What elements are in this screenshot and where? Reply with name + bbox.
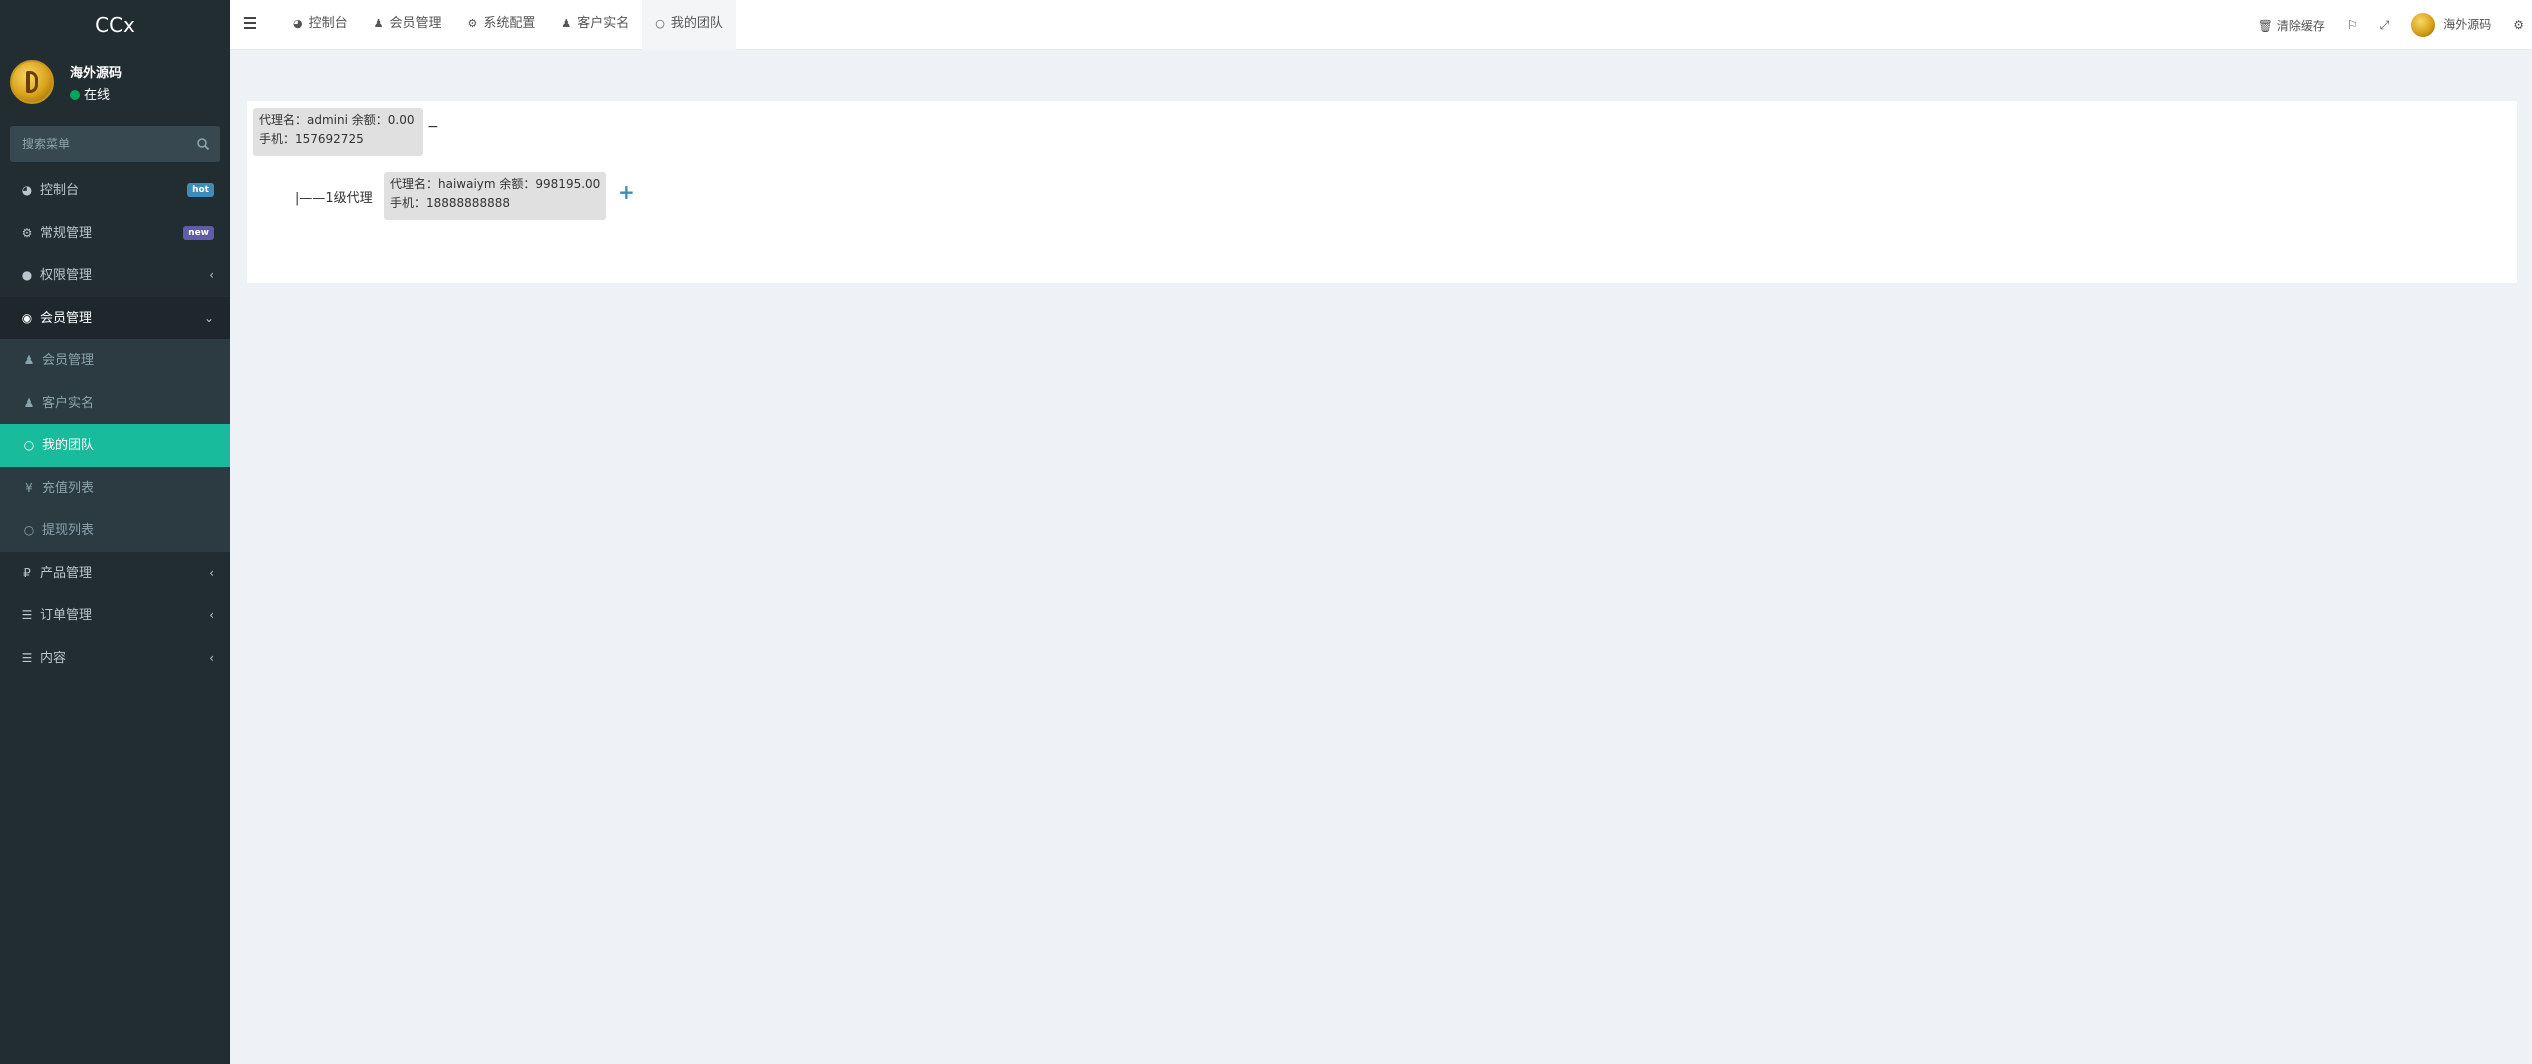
sidebar-item-label: 我的团队 xyxy=(42,438,95,453)
language-button[interactable]: ⚐ xyxy=(2347,18,2358,32)
sidebar-item-label: 提现列表 xyxy=(42,523,95,538)
collapse-toggle-icon[interactable]: − xyxy=(427,119,439,135)
navbar-right: 🗑 清除缓存 ⚐ ⤢ 海外源码 ⚙ xyxy=(2258,0,2532,50)
top-navbar: ◕ 控制台 ♟ 会员管理 ⚙ 系统配置 ♟ 客户实名 ○ 我的团队 🗑 清除缓存 ⚐ ⤢ … xyxy=(230,0,2532,50)
user-name: 海外源码 xyxy=(70,66,123,81)
sidebar-item-label: 客户实名 xyxy=(42,395,95,411)
sidebar-search xyxy=(10,126,220,162)
tab-bar: ◕ 控制台 ♟ 会员管理 ⚙ 系统配置 ♟ 客户实名 ○ 我的团队 xyxy=(280,0,736,50)
gear-icon: ⚙ xyxy=(467,17,478,30)
chevron-left-icon: ‹ xyxy=(209,268,214,282)
sidebar-menu: ◕ 控制台 hot ⚙ 常规管理 new ● 权限管理 ‹ ◉ 会员管理 ⌄ ♟ 会员管理… xyxy=(0,169,230,679)
user-status-text: 在线 xyxy=(84,88,111,103)
user-menu[interactable]: 海外源码 xyxy=(2411,13,2491,37)
dashboard-icon: ◕ xyxy=(293,17,303,30)
sidebar: CCx 海外源码 在线 ◕ 控制台 hot ⚙ 常规管理 new ● 权限管理 ‹ ◉… xyxy=(0,0,230,1064)
new-badge: new xyxy=(183,225,214,240)
user-icon: ♟ xyxy=(561,17,572,30)
expand-icon: ⤢ xyxy=(2379,17,2390,32)
tab-label: 会员管理 xyxy=(389,16,442,31)
chevron-left-icon: ‹ xyxy=(209,565,214,580)
tab-customer-verification[interactable]: ♟ 客户实名 xyxy=(548,0,642,50)
sidebar-item-members[interactable]: ◉ 会员管理 ⌄ xyxy=(0,296,230,339)
sidebar-item-withdraw-list[interactable]: ○ 提现列表 xyxy=(0,509,230,552)
sidebar-item-label: 会员管理 xyxy=(40,310,93,326)
main-content: 代理名：admini 余额：0.00 手机：157692725 − |——1级代… xyxy=(230,51,2532,1064)
tab-label: 系统配置 xyxy=(483,16,536,31)
sidebar-item-label: 控制台 xyxy=(40,183,80,198)
ruble-icon: ₽ xyxy=(23,565,31,580)
chevron-left-icon: ‹ xyxy=(209,608,214,622)
search-input[interactable] xyxy=(10,126,182,162)
team-tree-panel: 代理名：admini 余额：0.00 手机：157692725 − |——1级代… xyxy=(247,101,2517,283)
user-panel: 海外源码 在线 xyxy=(0,50,230,114)
sidebar-item-permissions[interactable]: ● 权限管理 ‹ xyxy=(0,254,230,297)
chevron-left-icon: ‹ xyxy=(209,650,214,665)
child-node-info: 代理名：haiwaiym 余额：998195.00 xyxy=(390,177,601,191)
group-icon: ● xyxy=(21,268,33,282)
online-dot-icon xyxy=(70,90,80,100)
user-icon: ♟ xyxy=(23,395,35,410)
sidebar-item-products[interactable]: ₽ 产品管理 ‹ xyxy=(0,552,230,595)
sidebar-item-label: 订单管理 xyxy=(40,608,93,623)
fullscreen-button[interactable]: ⤢ xyxy=(2380,18,2390,33)
tab-label: 我的团队 xyxy=(670,16,723,31)
circle-icon: ○ xyxy=(23,523,35,537)
team-tree-child-node[interactable]: 代理名：haiwaiym 余额：998195.00 手机：18888888888 xyxy=(384,172,606,220)
trash-icon: 🗑 xyxy=(2257,18,2273,33)
clear-cache-label: 清除缓存 xyxy=(2276,18,2325,33)
circle-icon: ○ xyxy=(23,438,35,452)
tab-member-management[interactable]: ♟ 会员管理 xyxy=(361,0,455,50)
tab-label: 控制台 xyxy=(308,16,348,31)
user-icon: ♟ xyxy=(23,353,35,367)
level-label: |——1级代理 xyxy=(295,191,373,206)
list-icon: ☰ xyxy=(21,650,33,665)
navbar-user-name: 海外源码 xyxy=(2443,17,2492,32)
sidebar-item-label: 充值列表 xyxy=(42,480,95,496)
sidebar-item-content[interactable]: ☰ 内容 ‹ xyxy=(0,637,230,680)
expand-toggle-icon[interactable]: + xyxy=(618,180,635,204)
sidebar-item-general[interactable]: ⚙ 常规管理 new xyxy=(0,212,230,255)
list-icon: ☰ xyxy=(21,608,33,622)
yen-icon: ¥ xyxy=(25,480,33,495)
sidebar-item-label: 常规管理 xyxy=(40,225,93,241)
tab-dashboard[interactable]: ◕ 控制台 xyxy=(280,0,361,50)
sidebar-item-label: 权限管理 xyxy=(40,268,93,283)
tab-my-team[interactable]: ○ 我的团队 xyxy=(642,0,736,50)
sidebar-item-member-management[interactable]: ♟ 会员管理 xyxy=(0,339,230,382)
user-avatar xyxy=(10,60,54,104)
sidebar-item-orders[interactable]: ☰ 订单管理 ‹ xyxy=(0,594,230,637)
root-node-phone: 手机：157692725 xyxy=(259,132,364,146)
sidebar-item-dashboard[interactable]: ◕ 控制台 hot xyxy=(0,169,230,212)
settings-button[interactable]: ⚙ xyxy=(2513,18,2524,32)
root-node-info: 代理名：admini 余额：0.00 xyxy=(259,113,415,127)
sidebar-item-customer-verification[interactable]: ♟ 客户实名 xyxy=(0,381,230,424)
tab-label: 客户实名 xyxy=(577,16,630,31)
chevron-down-icon: ⌄ xyxy=(203,310,214,325)
app-logo[interactable]: CCx xyxy=(0,0,230,50)
sidebar-item-label: 产品管理 xyxy=(40,565,93,581)
user-icon: ♟ xyxy=(373,17,384,30)
user-status: 在线 xyxy=(70,84,110,103)
menu-toggle-icon[interactable] xyxy=(244,17,256,31)
sidebar-item-my-team[interactable]: ○ 我的团队 xyxy=(0,424,230,467)
clear-cache-button[interactable]: 🗑 清除缓存 xyxy=(2258,17,2325,34)
circle-icon: ○ xyxy=(655,17,665,30)
sidebar-item-recharge-list[interactable]: ¥ 充值列表 xyxy=(0,466,230,509)
dashboard-icon: ◕ xyxy=(21,183,33,197)
hot-badge: hot xyxy=(187,183,214,197)
search-icon[interactable] xyxy=(196,137,210,151)
sidebar-item-label: 会员管理 xyxy=(42,353,95,368)
cogs-icon: ⚙ xyxy=(2513,18,2524,32)
user-circle-icon: ◉ xyxy=(21,310,33,325)
tab-system-config[interactable]: ⚙ 系统配置 xyxy=(455,0,549,50)
cogs-icon: ⚙ xyxy=(21,225,33,240)
sidebar-item-label: 内容 xyxy=(40,650,67,666)
navbar-avatar xyxy=(2411,13,2436,37)
team-tree-root-node[interactable]: 代理名：admini 余额：0.00 手机：157692725 xyxy=(253,108,423,156)
language-icon: ⚐ xyxy=(2346,18,2358,32)
child-node-phone: 手机：18888888888 xyxy=(390,196,510,210)
